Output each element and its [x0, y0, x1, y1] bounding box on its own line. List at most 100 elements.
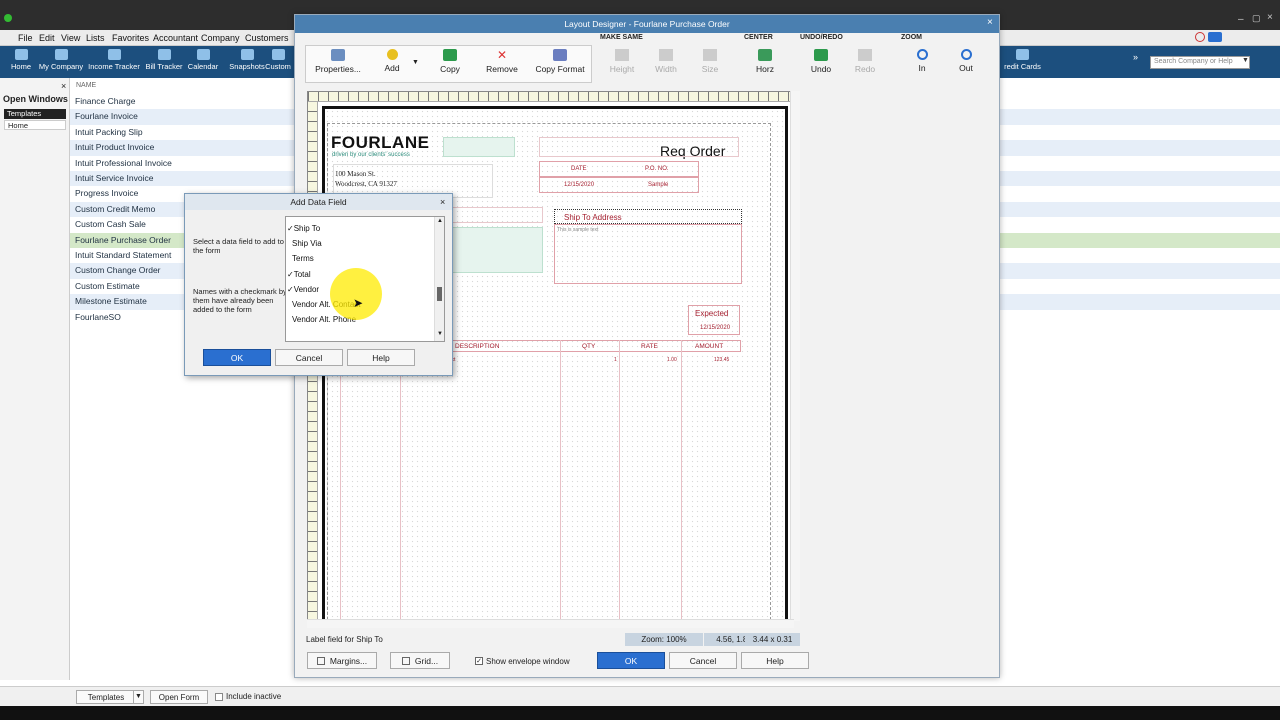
status-bar — [0, 706, 1280, 720]
redo-icon — [858, 49, 872, 61]
form-logo[interactable]: FOURLANE — [331, 133, 429, 153]
open-window-templates[interactable]: Templates — [4, 109, 66, 119]
help-button[interactable]: Help — [741, 652, 809, 669]
remove-button[interactable]: ✕ Remove — [473, 49, 531, 74]
dialog-instructions: Select a data field to add to the form — [193, 237, 284, 255]
list-scrollbar[interactable]: ▲ ▼ — [434, 217, 444, 341]
menu-view[interactable]: View — [61, 33, 80, 43]
minimize-icon[interactable]: – — [1238, 14, 1244, 25]
make-same-group-label: MAKE SAME — [600, 34, 643, 41]
iconbar-income-tracker[interactable]: Income Tracker — [88, 49, 140, 71]
customers-icon — [271, 49, 285, 60]
properties-button[interactable]: Properties... — [308, 49, 368, 74]
menu-lists[interactable]: Lists — [86, 33, 105, 43]
vendor-field-box[interactable] — [441, 207, 543, 223]
list-item[interactable]: Terms — [292, 254, 314, 263]
expand-icon[interactable]: » — [1133, 52, 1138, 62]
include-inactive-checkbox[interactable] — [215, 693, 223, 701]
iconbar-credit-cards[interactable]: redit Cards — [1000, 49, 1045, 71]
zoom-out-button[interactable]: Out — [936, 49, 996, 73]
row-qty: 1 — [614, 357, 617, 363]
column-description: DESCRIPTION — [455, 343, 500, 350]
copy-format-button[interactable]: Copy Format — [525, 49, 595, 74]
column-rate: RATE — [641, 343, 658, 350]
add-dropdown-icon[interactable]: ▼ — [412, 59, 419, 66]
menu-customers[interactable]: Customers — [245, 33, 289, 43]
search-input[interactable]: Search Company or Help — [1150, 56, 1250, 69]
close-panel-icon[interactable]: × — [61, 81, 66, 91]
column-divider — [400, 352, 401, 620]
date-po-header-box[interactable] — [539, 161, 699, 177]
make-same-size-button[interactable]: Size — [680, 49, 740, 74]
date-po-value-box[interactable] — [539, 177, 699, 193]
close-icon[interactable]: × — [440, 197, 445, 207]
ship-to-address-box[interactable] — [554, 224, 742, 284]
grid-button[interactable]: Grid... — [390, 652, 450, 669]
properties-icon — [331, 49, 345, 61]
dialog-title: Add Data Field — [185, 194, 452, 210]
copy-button[interactable]: Copy — [421, 49, 479, 74]
company-icon — [54, 49, 68, 60]
list-item[interactable]: Ship Via — [292, 239, 322, 248]
list-item[interactable]: ✓Vendor — [287, 285, 319, 294]
reminders-icon[interactable] — [1195, 32, 1205, 42]
iconbar-my-company[interactable]: My Company — [35, 49, 87, 71]
open-form-button[interactable]: Open Form — [150, 690, 208, 704]
column-amount: AMOUNT — [695, 343, 724, 350]
dialog-ok-button[interactable]: OK — [203, 349, 271, 366]
copy-icon — [443, 49, 457, 61]
open-window-home[interactable]: Home — [4, 120, 66, 130]
templates-bottom-bar: Templates ▼ Open Form Include inactive — [0, 686, 1280, 706]
scroll-thumb[interactable] — [437, 287, 442, 301]
vertical-scrollbar[interactable] — [790, 91, 800, 621]
notification-badge[interactable] — [1208, 32, 1222, 42]
maximize-icon[interactable]: ▢ — [1252, 13, 1261, 24]
menu-company[interactable]: Company — [201, 33, 240, 43]
ship-to-label[interactable]: Ship To Address — [564, 213, 622, 222]
column-divider — [619, 340, 620, 620]
row-rate: 1.00 — [667, 357, 677, 363]
margins-button[interactable]: Margins... — [307, 652, 377, 669]
include-inactive-label: Include inactive — [226, 692, 282, 701]
cancel-button[interactable]: Cancel — [669, 652, 737, 669]
scroll-down-icon[interactable]: ▼ — [437, 331, 443, 337]
bill-tracker-icon — [157, 49, 171, 60]
column-header-name[interactable]: NAME — [76, 82, 96, 89]
dialog-help-button[interactable]: Help — [347, 349, 415, 366]
title-field-box[interactable] — [539, 137, 739, 157]
vendor-address-box[interactable] — [441, 227, 543, 273]
mouse-pointer-icon: ➤ — [353, 296, 364, 310]
templates-menu-button[interactable]: Templates — [76, 690, 136, 704]
ok-button[interactable]: OK — [597, 652, 665, 669]
copy-format-icon — [553, 49, 567, 61]
zoom-level: Zoom: 100% — [625, 633, 703, 646]
horizontal-scrollbar[interactable] — [307, 619, 794, 628]
center-horz-button[interactable]: Horz — [736, 49, 794, 74]
search-dropdown-icon[interactable]: ▼ — [1242, 57, 1249, 64]
close-icon[interactable]: × — [1267, 12, 1273, 23]
list-item[interactable]: ✓Total — [287, 270, 311, 279]
menu-edit[interactable]: Edit — [39, 33, 55, 43]
dialog-cancel-button[interactable]: Cancel — [275, 349, 343, 366]
remove-icon: ✕ — [496, 48, 508, 62]
close-icon[interactable]: × — [987, 17, 993, 28]
income-tracker-icon — [107, 49, 121, 60]
undo-icon — [814, 49, 828, 61]
logo-field-box[interactable] — [443, 137, 515, 157]
templates-dropdown-icon[interactable]: ▼ — [133, 690, 144, 704]
envelope-checkbox[interactable]: ✓ — [475, 657, 483, 665]
scroll-up-icon[interactable]: ▲ — [437, 218, 443, 224]
center-horizontal-icon — [758, 49, 772, 61]
menu-file[interactable]: File — [18, 33, 33, 43]
list-item[interactable]: ✓Ship To — [287, 224, 320, 233]
menu-accountant[interactable]: Accountant — [153, 33, 198, 43]
margins-icon — [316, 657, 325, 665]
form-tagline: driven by our clients' success — [332, 152, 410, 158]
app-logo-icon — [4, 14, 12, 22]
add-data-field-dialog: Add Data Field × Select a data field to … — [184, 193, 453, 376]
redo-button[interactable]: Redo — [836, 49, 894, 74]
iconbar-custom[interactable]: Custom — [260, 49, 296, 71]
selected-field-label: Label field for Ship To — [306, 635, 383, 644]
menu-favorites[interactable]: Favorites — [112, 33, 149, 43]
width-icon — [659, 49, 673, 61]
